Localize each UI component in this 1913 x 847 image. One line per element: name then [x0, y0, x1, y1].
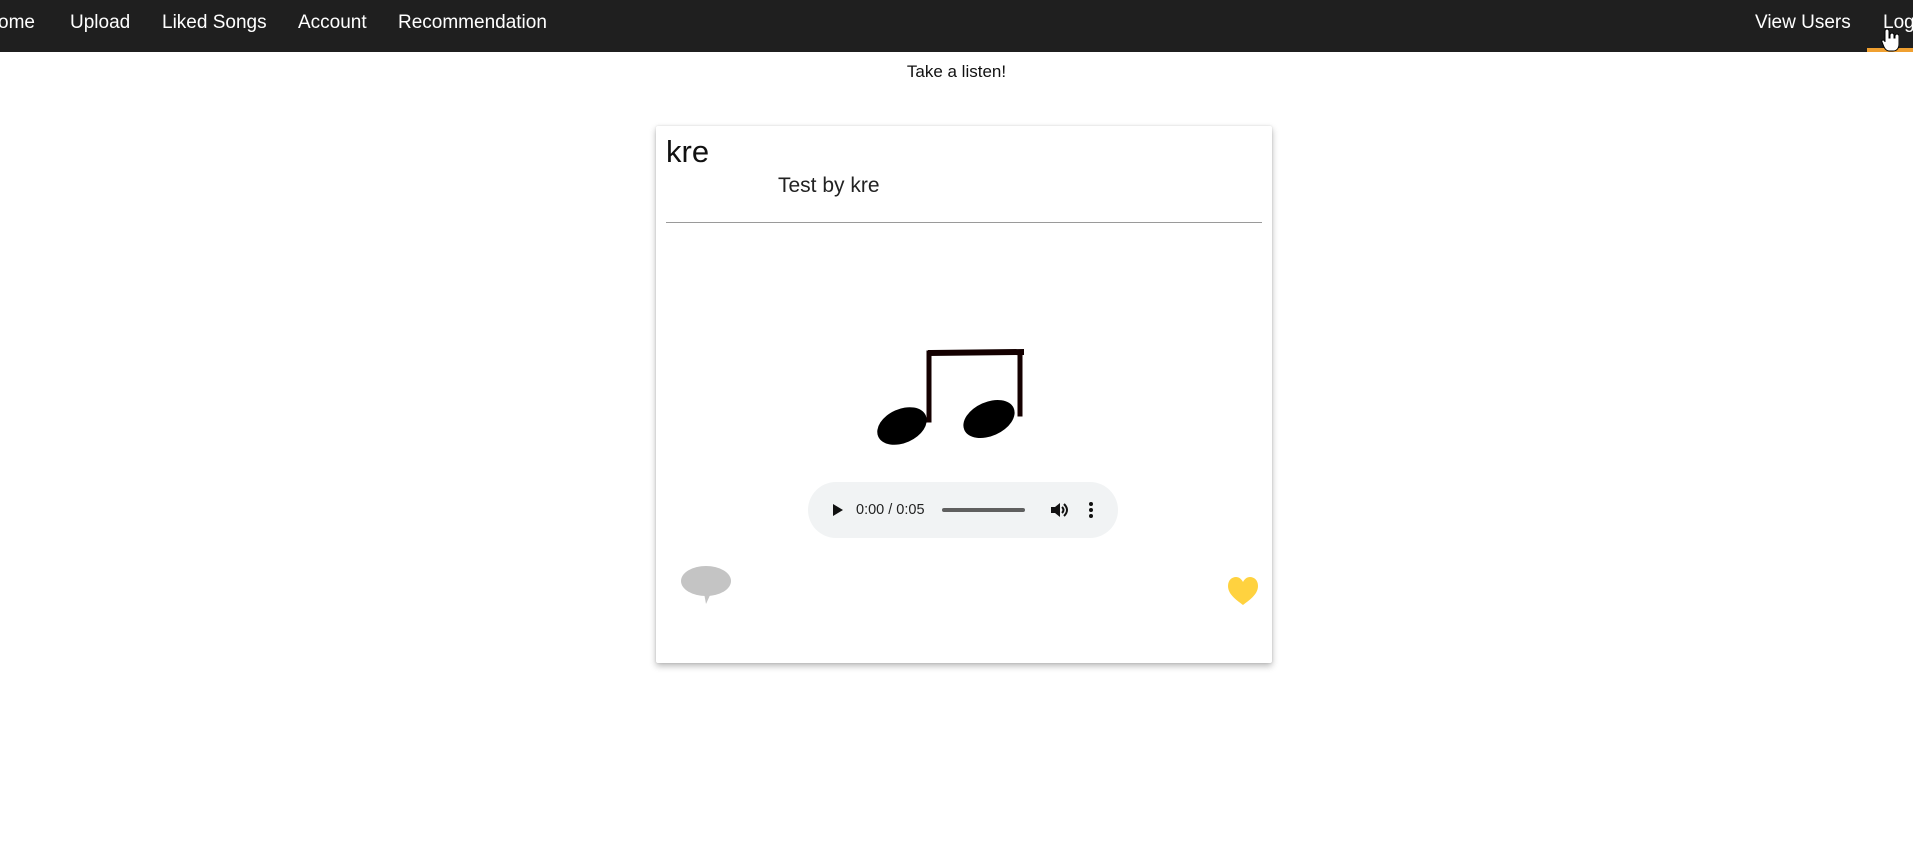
page-tagline: Take a listen!	[906, 62, 1007, 81]
more-vertical-icon[interactable]	[1080, 499, 1102, 521]
song-card-title: kre	[666, 134, 710, 169]
nav-active-underline	[1867, 48, 1913, 52]
song-card-subtitle: Test by kre	[778, 174, 880, 197]
audio-progress-slider[interactable]	[942, 508, 1025, 512]
music-note-icon	[877, 348, 1024, 445]
volume-icon[interactable]	[1048, 499, 1070, 521]
top-navigation-bar: ome Upload Liked Songs Account Recommend…	[0, 0, 1913, 52]
heart-icon[interactable]	[1226, 575, 1260, 607]
nav-account-link[interactable]: Account	[298, 0, 367, 48]
comment-bubble-icon[interactable]	[680, 564, 732, 606]
nav-upload-link[interactable]: Upload	[70, 0, 130, 48]
nav-logout-container[interactable]: Log	[1867, 0, 1913, 52]
song-card-divider	[666, 222, 1262, 223]
audio-player: 0:00 / 0:05	[808, 482, 1118, 538]
play-icon[interactable]	[826, 499, 848, 521]
song-card: kre Test by kre 0:00 / 0:05	[656, 126, 1272, 663]
nav-logout-link[interactable]: Log	[1883, 0, 1913, 48]
nav-recommendation-link[interactable]: Recommendation	[398, 0, 547, 48]
audio-time-display: 0:00 / 0:05	[856, 502, 925, 518]
nav-home-link[interactable]: ome	[0, 0, 35, 48]
nav-liked-songs-link[interactable]: Liked Songs	[162, 0, 267, 48]
nav-view-users-link[interactable]: View Users	[1755, 0, 1851, 48]
